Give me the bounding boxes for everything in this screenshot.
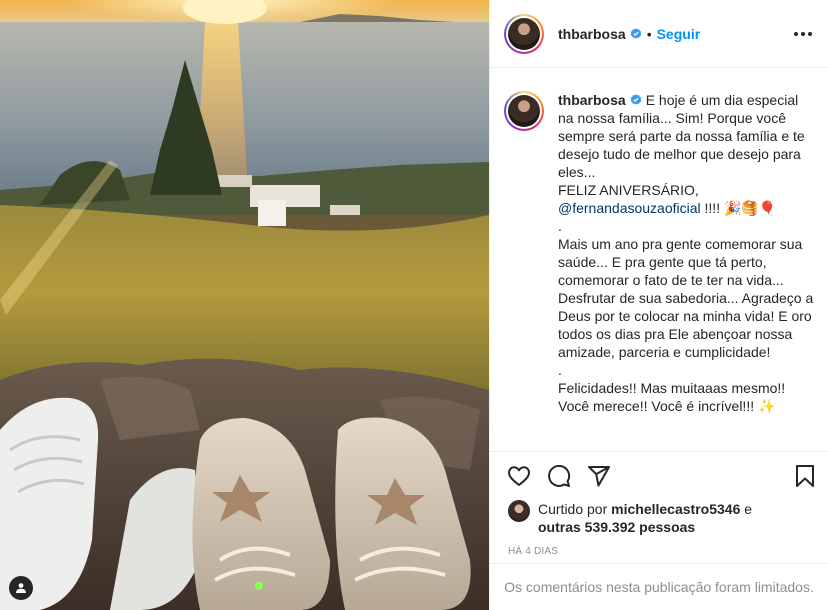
header-separator: • <box>646 25 652 42</box>
post-timestamp[interactable]: HÁ 4 DIAS <box>490 536 828 557</box>
caption-text-body: !!!! 🎉🥞🎈 . Mais um ano pra gente comemor… <box>558 200 814 414</box>
post-photo[interactable] <box>0 0 489 610</box>
author-username[interactable]: thbarbosa <box>558 26 626 42</box>
bookmark-icon[interactable] <box>792 463 818 489</box>
post-sidebar: thbarbosa • Seguir thbarbosa E hoje é um … <box>489 0 828 610</box>
likes-middle: e <box>740 501 753 517</box>
post-actions-section: Curtido por michellecastro5346 e outras … <box>490 451 828 557</box>
follow-button[interactable]: Seguir <box>657 26 701 42</box>
share-icon[interactable] <box>586 463 612 489</box>
likes-prefix: Curtido por <box>538 501 612 517</box>
comments-limited-notice: Os comentários nesta publicação foram li… <box>490 563 828 610</box>
post-caption: thbarbosa E hoje é um dia especial na nos… <box>558 91 816 451</box>
action-bar <box>490 452 828 500</box>
caption-area: thbarbosa E hoje é um dia especial na nos… <box>490 69 828 451</box>
likes-count-link[interactable]: outras 539.392 pessoas <box>538 519 695 535</box>
heart-icon[interactable] <box>506 463 532 489</box>
verified-badge-icon <box>630 94 641 105</box>
post-header: thbarbosa • Seguir <box>490 0 828 68</box>
verified-badge-icon <box>630 27 641 39</box>
user-tag-icon[interactable] <box>9 576 33 600</box>
comment-icon[interactable] <box>546 463 572 489</box>
sunset-sneakers-image <box>0 0 489 610</box>
author-avatar[interactable] <box>504 13 544 54</box>
liker-avatar[interactable] <box>508 500 530 522</box>
caption-author-avatar[interactable] <box>504 91 544 131</box>
more-options-icon[interactable] <box>790 24 816 44</box>
likes-text: Curtido por michellecastro5346 e outras … <box>538 500 752 536</box>
liker-username[interactable]: michellecastro5346 <box>611 501 740 517</box>
caption-mention-link[interactable]: @fernandasouzaoficial <box>558 200 701 216</box>
caption-username[interactable]: thbarbosa <box>558 92 626 108</box>
likes-summary: Curtido por michellecastro5346 e outras … <box>490 500 828 536</box>
